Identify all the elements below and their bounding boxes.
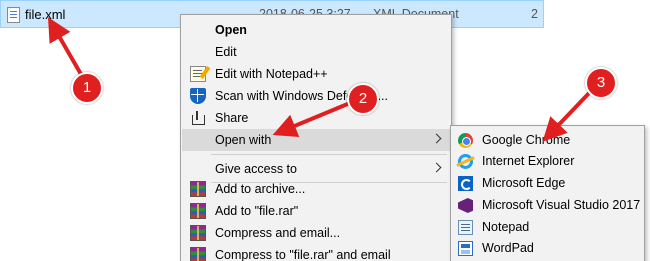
submenu-item-internet-explorer[interactable]: Internet Explorer — [452, 151, 644, 172]
menu-item-add-to-archive[interactable]: Add to archive... — [182, 178, 450, 200]
menu-item-compress-to-file-rar-and-email[interactable]: Compress to "file.rar" and email — [182, 244, 450, 261]
open-with-submenu: Google Chrome Internet Explorer Microsof… — [450, 125, 645, 261]
xml-file-icon — [7, 7, 20, 23]
winrar-icon — [190, 181, 206, 197]
menu-item-scan-with-defender[interactable]: Scan with Windows Defender... — [182, 85, 450, 107]
windows-defender-icon — [190, 88, 206, 104]
submenu-item-label: Internet Explorer — [482, 154, 575, 168]
menu-item-open[interactable]: Open — [182, 19, 450, 41]
chrome-icon — [458, 133, 473, 148]
share-icon — [190, 110, 206, 126]
callout-arrow-1 — [48, 17, 84, 77]
winrar-icon — [190, 247, 206, 261]
menu-item-label: Share — [215, 111, 249, 125]
submenu-item-google-chrome[interactable]: Google Chrome — [452, 130, 644, 151]
menu-separator — [211, 154, 447, 155]
menu-item-label: Open with — [215, 133, 272, 147]
submenu-item-notepad[interactable]: Notepad — [452, 217, 644, 238]
winrar-icon — [190, 225, 206, 241]
menu-item-label: Give access to — [215, 162, 297, 176]
file-name: file.xml — [25, 7, 66, 22]
menu-item-label: Edit — [215, 45, 237, 59]
menu-item-label: Add to "file.rar" — [215, 204, 299, 218]
menu-item-give-access-to[interactable]: Give access to — [182, 158, 450, 180]
callout-badge-3: 3 — [585, 67, 617, 99]
submenu-item-visual-studio-2017[interactable]: Microsoft Visual Studio 2017 — [452, 195, 644, 216]
menu-item-share[interactable]: Share — [182, 107, 450, 129]
notepad-plus-icon — [190, 66, 206, 82]
submenu-item-label: Notepad — [482, 220, 530, 234]
callout-badge-1: 1 — [71, 72, 103, 104]
menu-item-compress-and-email[interactable]: Compress and email... — [182, 222, 450, 244]
submenu-item-label: WordPad — [482, 241, 534, 255]
context-menu: Open Edit Edit with Notepad++ Scan with … — [180, 14, 452, 261]
file-size: 2 — [531, 7, 538, 21]
menu-item-edit-with-notepad-plus[interactable]: Edit with Notepad++ — [182, 63, 450, 85]
chevron-right-icon — [431, 133, 442, 144]
menu-item-label: Compress to "file.rar" and email — [215, 248, 391, 261]
edge-icon — [458, 176, 473, 191]
submenu-item-label: Microsoft Visual Studio 2017 — [482, 198, 641, 212]
menu-item-label: Add to archive... — [215, 182, 306, 196]
submenu-item-label: Google Chrome — [482, 133, 571, 147]
internet-explorer-icon — [458, 154, 473, 169]
callout-badge-2: 2 — [347, 83, 379, 115]
submenu-item-label: Microsoft Edge — [482, 176, 566, 190]
menu-item-add-to-file-rar[interactable]: Add to "file.rar" — [182, 200, 450, 222]
submenu-item-wordpad[interactable]: WordPad — [452, 238, 644, 259]
visual-studio-icon — [458, 198, 473, 213]
menu-item-label: Edit with Notepad++ — [215, 67, 328, 81]
notepad-icon — [458, 220, 473, 235]
wordpad-icon — [458, 241, 473, 256]
menu-item-open-with[interactable]: Open with — [182, 129, 450, 151]
winrar-icon — [190, 203, 206, 219]
submenu-item-microsoft-edge[interactable]: Microsoft Edge — [452, 173, 644, 194]
menu-item-label: Open — [215, 23, 247, 37]
menu-item-edit[interactable]: Edit — [182, 41, 450, 63]
chevron-right-icon — [431, 162, 442, 173]
menu-item-label: Compress and email... — [215, 226, 341, 240]
